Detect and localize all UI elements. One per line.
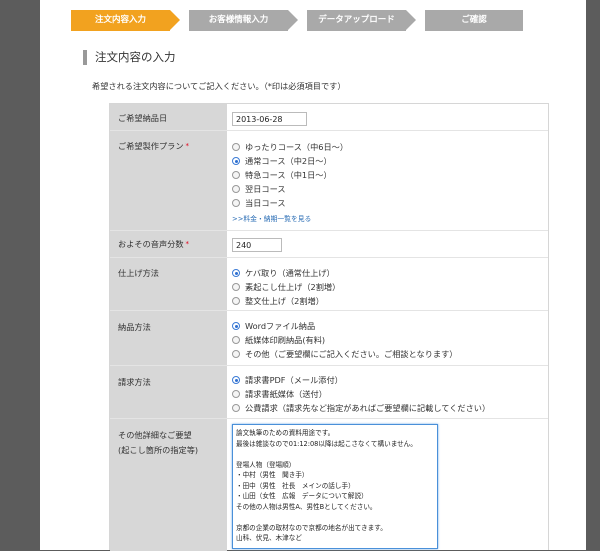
radio-button[interactable] [232, 390, 240, 398]
radio-button[interactable] [232, 336, 240, 344]
step-arrow-icon [288, 10, 298, 30]
requests-textarea[interactable]: 論文執筆のための資料用途です。 最後は雑談なので01:12:08以降は起こさなく… [232, 424, 438, 549]
radio-button-selected[interactable] [232, 157, 240, 165]
delivery-option-word[interactable]: Wordファイル納品 [232, 320, 315, 332]
row-delivery-method: 納品方法 Wordファイル納品 紙媒体印刷納品(有料) その他（ご要望欄にご記入… [110, 311, 548, 366]
delivery-date-field[interactable] [232, 112, 307, 126]
label-delivery-method: 納品方法 [110, 311, 227, 365]
required-mark: * [185, 142, 190, 150]
row-invoice: 請求方法 請求書PDF（メール添付） 請求書紙媒体（送付） 公費請求（請求先など… [110, 366, 548, 419]
step-arrow-icon [170, 10, 180, 30]
radio-button[interactable] [232, 350, 240, 358]
row-requests: その他詳細なご要望 (起こし箇所の指定等) 論文執筆のための資料用途です。 最後… [110, 419, 548, 551]
finish-option-edited[interactable]: 整文仕上げ（2割増） [232, 295, 324, 307]
label-finish: 仕上げ方法 [110, 258, 227, 310]
finish-option-standard[interactable]: ケバ取り（通常仕上げ） [232, 267, 335, 279]
radio-button-selected[interactable] [232, 269, 240, 277]
plan-option-same-day[interactable]: 当日コース [232, 197, 286, 209]
row-audio-minutes: およその音声分数 * [110, 231, 548, 258]
radio-button[interactable] [232, 297, 240, 305]
delivery-option-other[interactable]: その他（ご要望欄にご記入ください。ご相談となります） [232, 348, 457, 360]
label-requests: その他詳細なご要望 (起こし箇所の指定等) [110, 419, 227, 551]
label-invoice: 請求方法 [110, 366, 227, 418]
label-delivery-date: ご希望納品日 [110, 104, 227, 130]
row-delivery-date: ご希望納品日 [110, 104, 548, 131]
radio-button-selected[interactable] [232, 376, 240, 384]
radio-button[interactable] [232, 283, 240, 291]
intro-text: 希望される注文内容についてご記入ください。（*印は必須項目です） [92, 81, 346, 91]
page: 注文内容入力 お客様情報入力 データアップロード ご確認 注文内容の入力 希望さ… [40, 0, 586, 551]
invoice-option-pdf[interactable]: 請求書PDF（メール添付） [232, 374, 343, 386]
label-plan: ご希望製作プラン * [110, 131, 227, 230]
plan-option-express[interactable]: 特急コース（中1日〜） [232, 169, 332, 181]
invoice-option-public[interactable]: 公費請求（請求先など指定があればご要望欄に記載してください） [232, 402, 490, 414]
step-data-upload: データアップロード [307, 10, 406, 31]
radio-button[interactable] [232, 404, 240, 412]
page-title: 注文内容の入力 [83, 50, 176, 65]
row-plan: ご希望製作プラン * ゆったりコース（中6日〜） 通常コース（中2日〜） 特急コー… [110, 131, 548, 231]
order-form: ご希望納品日 ご希望製作プラン* ゆったりコース（中6日〜） 通常コース（中2日… [109, 103, 549, 551]
radio-button[interactable] [232, 143, 240, 151]
label-audio-minutes: およその音声分数 * [110, 231, 227, 257]
plan-option-next-day[interactable]: 翌日コース [232, 183, 286, 195]
step-order-input: 注文内容入力 [71, 10, 170, 31]
step-arrow-icon [406, 10, 416, 30]
radio-button[interactable] [232, 185, 240, 193]
finish-option-verbatim[interactable]: 素起こし仕上げ（2割増） [232, 281, 340, 293]
invoice-option-paper[interactable]: 請求書紙媒体（送付） [232, 388, 327, 400]
price-list-link[interactable]: >>料金・納期一覧を見る [232, 213, 311, 223]
row-finish: 仕上げ方法 ケバ取り（通常仕上げ） 素起こし仕上げ（2割増） 整文仕上げ（2割増… [110, 258, 548, 311]
delivery-option-paper[interactable]: 紙媒体印刷納品(有料) [232, 334, 325, 346]
step-customer-info: お客様情報入力 [189, 10, 288, 31]
radio-button[interactable] [232, 171, 240, 179]
radio-button-selected[interactable] [232, 322, 240, 330]
plan-option-relaxed[interactable]: ゆったりコース（中6日〜） [232, 141, 348, 153]
radio-button[interactable] [232, 199, 240, 207]
required-mark: * [185, 240, 190, 248]
plan-option-normal[interactable]: 通常コース（中2日〜） [232, 155, 332, 167]
step-confirm: ご確認 [425, 10, 523, 31]
audio-minutes-field[interactable] [232, 238, 282, 252]
